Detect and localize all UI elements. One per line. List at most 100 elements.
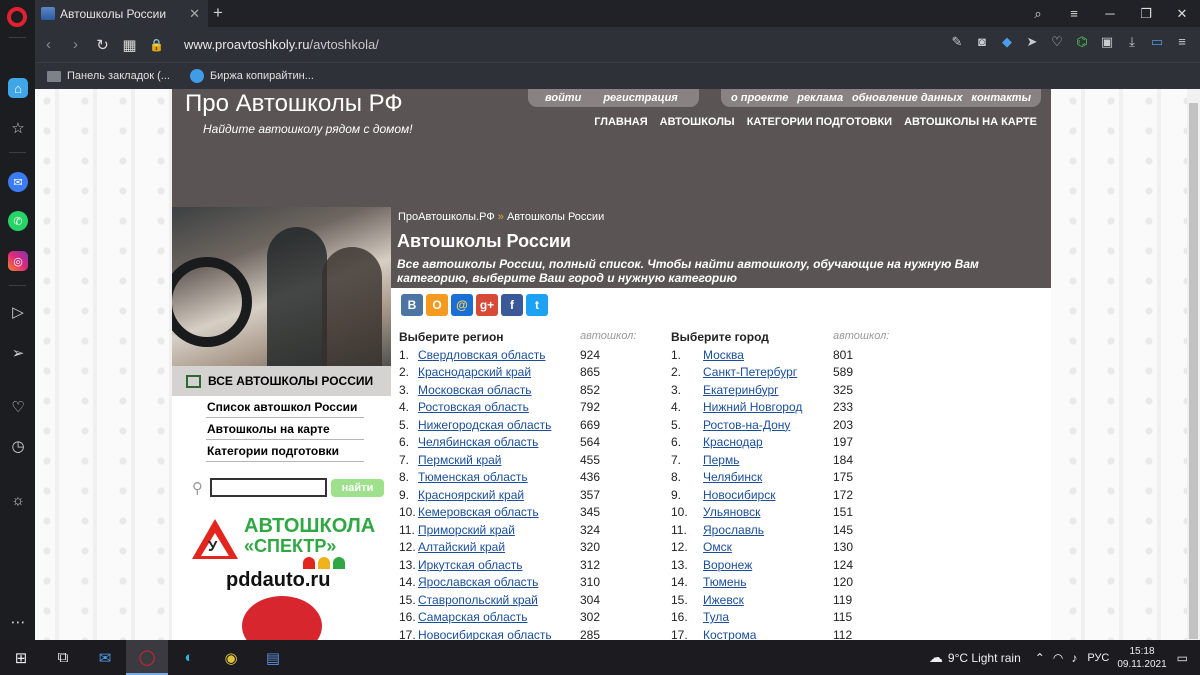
send-icon[interactable]: ➢ bbox=[8, 343, 28, 363]
nav-map[interactable]: АВТОШКОЛЫ НА КАРТЕ bbox=[904, 116, 1037, 128]
login-link[interactable]: войти bbox=[545, 92, 581, 104]
region-link[interactable]: Приморский край bbox=[418, 523, 580, 537]
city-link[interactable]: Пермь bbox=[703, 453, 833, 467]
volume-icon[interactable]: ♪ bbox=[1071, 651, 1077, 665]
city-link[interactable]: Санкт-Петербург bbox=[703, 365, 833, 379]
url-field[interactable]: www.proavtoshkoly.ru/avtoshkola/ bbox=[184, 37, 379, 52]
edit-icon[interactable]: ✎ bbox=[949, 34, 965, 50]
region-link[interactable]: Московская область bbox=[418, 383, 580, 397]
city-link[interactable]: Москва bbox=[703, 348, 833, 362]
speed-dial-icon[interactable]: ▦ bbox=[116, 36, 143, 54]
vpn-icon[interactable]: ⌬ bbox=[1074, 34, 1090, 50]
player-icon[interactable]: ▷ bbox=[8, 302, 28, 322]
city-link[interactable]: Тула bbox=[703, 610, 833, 624]
heart-icon[interactable]: ♡ bbox=[1049, 34, 1065, 50]
sidebar-item-categories[interactable]: Категории подготовки bbox=[206, 440, 364, 462]
city-link[interactable]: Нижний Новгород bbox=[703, 400, 833, 414]
register-link[interactable]: регистрация bbox=[603, 92, 677, 104]
mail-icon[interactable]: ✉ bbox=[84, 640, 126, 675]
search-button[interactable]: найти bbox=[331, 478, 384, 497]
region-link[interactable]: Ставропольский край bbox=[418, 593, 580, 607]
odnoklassniki-icon[interactable]: О bbox=[426, 294, 448, 316]
chevron-up-icon[interactable]: ⌃ bbox=[1035, 651, 1045, 665]
ads-link[interactable]: реклама bbox=[797, 92, 843, 104]
region-link[interactable]: Нижегородская область bbox=[418, 418, 580, 432]
easy-setup-icon[interactable]: ≡ bbox=[1056, 6, 1092, 21]
more-icon[interactable]: ⋯ bbox=[8, 612, 28, 632]
weather-text[interactable]: 9°C Light rain bbox=[948, 651, 1021, 665]
sidebar-item-map[interactable]: Автошколы на карте bbox=[206, 418, 364, 440]
region-link[interactable]: Пермский край bbox=[418, 453, 580, 467]
close-window-icon[interactable]: ✕ bbox=[1164, 6, 1200, 22]
search-tabs-icon[interactable]: ⌕ bbox=[1020, 6, 1056, 22]
city-link[interactable]: Ижевск bbox=[703, 593, 833, 607]
language-indicator[interactable]: РУС bbox=[1087, 652, 1109, 664]
bookmark-item[interactable]: Панель закладок (... bbox=[47, 70, 170, 82]
twitter-icon[interactable]: t bbox=[526, 294, 548, 316]
region-link[interactable]: Ростовская область bbox=[418, 400, 580, 414]
contacts-link[interactable]: контакты bbox=[971, 92, 1031, 104]
home-icon[interactable]: ⌂ bbox=[8, 78, 28, 98]
bookmark-item[interactable]: Биржа копирайтин... bbox=[189, 69, 314, 83]
edge-icon[interactable]: ◐ bbox=[168, 640, 210, 675]
minimize-icon[interactable]: ─ bbox=[1092, 6, 1128, 21]
box-icon[interactable]: ▣ bbox=[1099, 34, 1115, 50]
instagram-icon[interactable]: ◎ bbox=[8, 251, 28, 271]
region-link[interactable]: Челябинская область bbox=[418, 435, 580, 449]
opera-taskbar-icon[interactable]: ◯ bbox=[126, 640, 168, 675]
city-link[interactable]: Ульяновск bbox=[703, 505, 833, 519]
city-link[interactable]: Ростов-на-Дону bbox=[703, 418, 833, 432]
region-link[interactable]: Тюменская область bbox=[418, 470, 580, 484]
browser-tab[interactable]: Автошколы России ✕ bbox=[35, 0, 208, 27]
about-link[interactable]: о проекте bbox=[731, 92, 788, 104]
flow-icon[interactable]: ➤ bbox=[1024, 34, 1040, 50]
new-tab-icon[interactable]: + bbox=[213, 3, 223, 23]
menu-icon[interactable]: ≡ bbox=[1174, 34, 1190, 50]
opera-logo-icon[interactable] bbox=[7, 7, 27, 27]
notifications-icon[interactable]: ▭ bbox=[1177, 651, 1188, 665]
breadcrumb-home[interactable]: ПроАвтошколы.РФ bbox=[398, 211, 495, 223]
restore-icon[interactable]: ❐ bbox=[1128, 6, 1164, 22]
city-link[interactable]: Краснодар bbox=[703, 435, 833, 449]
mail-icon[interactable]: @ bbox=[451, 294, 473, 316]
whatsapp-icon[interactable]: ✆ bbox=[8, 211, 28, 231]
region-link[interactable]: Самарская область bbox=[418, 610, 580, 624]
reload-icon[interactable]: ↻ bbox=[89, 36, 116, 54]
vk-icon[interactable]: В bbox=[401, 294, 423, 316]
messenger-icon[interactable]: ✉ bbox=[8, 172, 28, 192]
city-link[interactable]: Тюмень bbox=[703, 575, 833, 589]
chrome-icon[interactable]: ◉ bbox=[210, 640, 252, 675]
region-link[interactable]: Кемеровская область bbox=[418, 505, 580, 519]
shield-icon[interactable]: ◆ bbox=[999, 34, 1015, 50]
heart-icon[interactable]: ♡ bbox=[8, 397, 28, 417]
word-icon[interactable]: ▤ bbox=[252, 640, 294, 675]
region-link[interactable]: Красноярский край bbox=[418, 488, 580, 502]
region-link[interactable]: Ярославская область bbox=[418, 575, 580, 589]
windows-start-icon[interactable]: ⊞ bbox=[0, 640, 42, 675]
back-icon[interactable]: ‹ bbox=[35, 36, 62, 53]
region-link[interactable]: Свердловская область bbox=[418, 348, 580, 362]
nav-home[interactable]: ГЛАВНАЯ bbox=[594, 116, 647, 128]
region-link[interactable]: Краснодарский край bbox=[418, 365, 580, 379]
facebook-icon[interactable]: f bbox=[501, 294, 523, 316]
forward-icon[interactable]: › bbox=[62, 36, 89, 53]
region-link[interactable]: Иркутская область bbox=[418, 558, 580, 572]
city-link[interactable]: Кострома bbox=[703, 628, 833, 640]
camera-icon[interactable]: ◙ bbox=[974, 34, 990, 50]
city-link[interactable]: Екатеринбург bbox=[703, 383, 833, 397]
scrollbar[interactable] bbox=[1187, 89, 1200, 640]
clock[interactable]: 15:18 09.11.2021 bbox=[1117, 645, 1166, 671]
star-icon[interactable]: ☆ bbox=[8, 118, 28, 138]
updates-link[interactable]: обновление данных bbox=[852, 92, 963, 104]
region-link[interactable]: Алтайский край bbox=[418, 540, 580, 554]
battery-icon[interactable]: ▭ bbox=[1149, 34, 1165, 50]
region-link[interactable]: Новосибирская область bbox=[418, 628, 580, 640]
city-link[interactable]: Ярославль bbox=[703, 523, 833, 537]
nav-categories[interactable]: КАТЕГОРИИ ПОДГОТОВКИ bbox=[747, 116, 892, 128]
site-title[interactable]: Про Автошколы РФ bbox=[185, 90, 403, 118]
city-link[interactable]: Новосибирск bbox=[703, 488, 833, 502]
network-icon[interactable]: ◠ bbox=[1053, 651, 1063, 665]
google-plus-icon[interactable]: g+ bbox=[476, 294, 498, 316]
scrollbar-thumb[interactable] bbox=[1189, 103, 1198, 639]
sidebar-item-list[interactable]: Список автошкол России bbox=[206, 396, 364, 418]
